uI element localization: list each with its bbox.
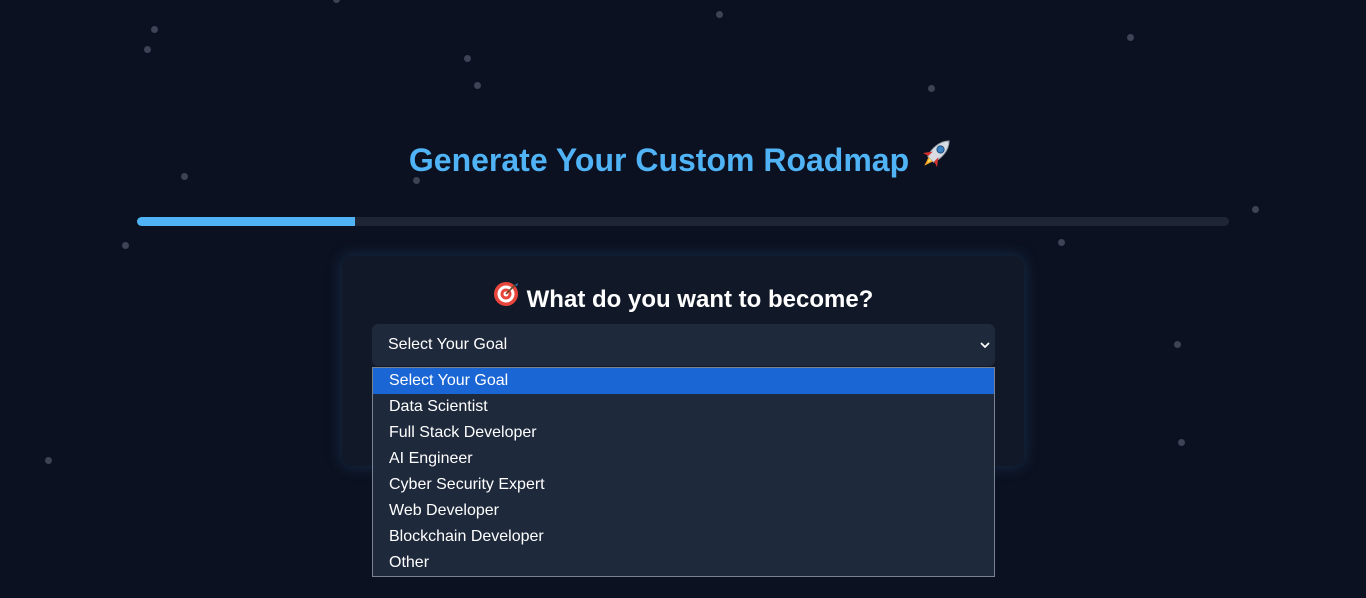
goal-select-value: Select Your Goal [388, 336, 508, 353]
goal-select[interactable]: Select Your Goal [372, 324, 995, 366]
goal-question: What do you want to become? [342, 281, 1024, 317]
star-decoration [1058, 239, 1065, 246]
chevron-down-icon [979, 338, 991, 350]
page-title: Generate Your Custom Roadmap [0, 138, 1366, 184]
goal-dropdown-list: Select Your Goal Data Scientist Full Sta… [372, 367, 995, 577]
dropdown-option[interactable]: AI Engineer [373, 446, 994, 472]
goal-question-text: What do you want to become? [526, 286, 874, 313]
star-decoration [1252, 206, 1259, 213]
star-decoration [1178, 439, 1185, 446]
dropdown-option[interactable]: Data Scientist [373, 394, 994, 420]
star-decoration [928, 85, 935, 92]
progress-bar [137, 217, 1229, 226]
star-decoration [122, 242, 129, 249]
target-icon [493, 281, 519, 317]
star-decoration [1174, 341, 1181, 348]
progress-bar-fill [137, 217, 356, 226]
dropdown-option[interactable]: Blockchain Developer [373, 524, 994, 550]
star-decoration [474, 82, 481, 89]
star-decoration [333, 0, 340, 3]
dropdown-option[interactable]: Select Your Goal [373, 368, 994, 394]
dropdown-option[interactable]: Cyber Security Expert [373, 472, 994, 498]
dropdown-option[interactable]: Other [373, 550, 994, 576]
page-title-text: Generate Your Custom Roadmap [408, 142, 910, 178]
dropdown-option[interactable]: Full Stack Developer [373, 420, 994, 446]
star-decoration [1127, 34, 1134, 41]
star-decoration [151, 26, 158, 33]
star-decoration [45, 457, 52, 464]
star-decoration [464, 55, 471, 62]
page: Generate Your Custom Roadmap What do you… [0, 0, 1366, 598]
rocket-icon [917, 133, 957, 184]
dropdown-option[interactable]: Web Developer [373, 498, 994, 524]
star-decoration [144, 46, 151, 53]
star-decoration [716, 11, 723, 18]
